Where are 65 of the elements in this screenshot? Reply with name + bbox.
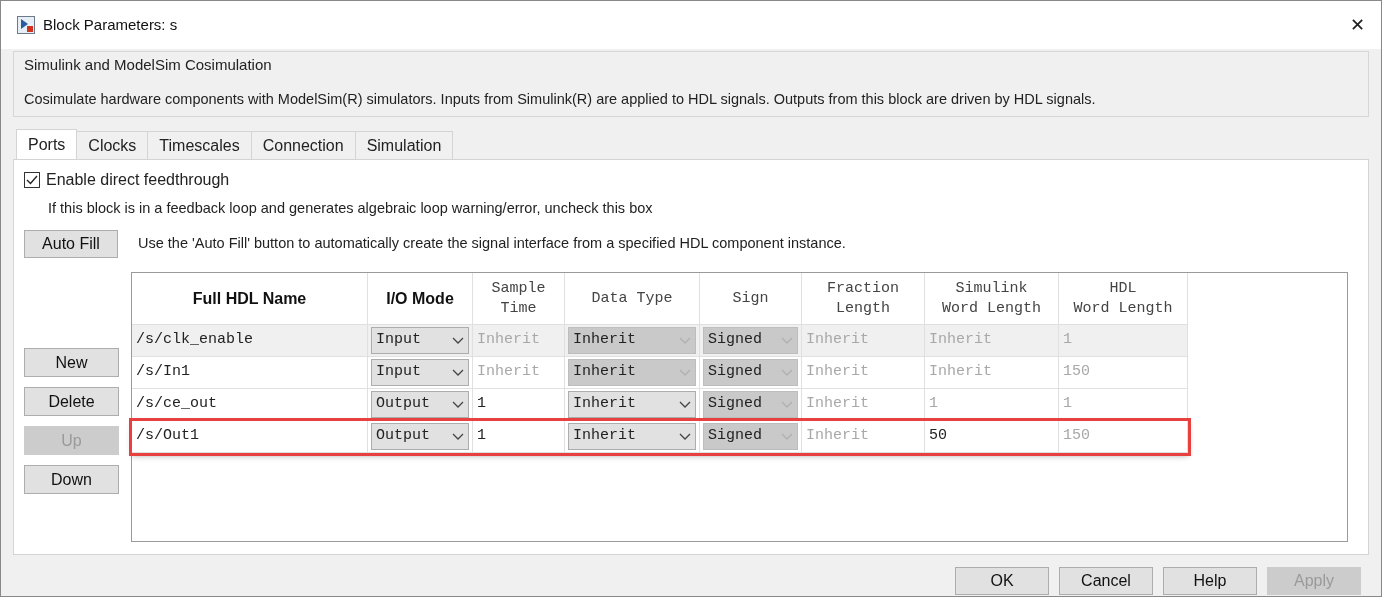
- table-cell-text: Inherit: [929, 330, 992, 351]
- table-cell-text: Inherit: [929, 362, 992, 383]
- chevron-down-icon: [781, 400, 793, 409]
- dialog-button[interactable]: New: [24, 348, 119, 377]
- close-button[interactable]: ✕: [1346, 11, 1369, 39]
- description-text: Cosimulate hardware components with ModelSim(R) simulators. Inputs from Simulink(R) are applied to HDL signals. Outputs from this block are driven by HDL signals.: [24, 89, 1097, 109]
- table-cell-text: /s/In1: [136, 362, 190, 383]
- table-cell-text: 1: [477, 426, 486, 447]
- app-icon: [17, 16, 35, 34]
- column-header: Fraction Length: [827, 278, 899, 319]
- chevron-down-icon: [452, 336, 464, 345]
- check-icon: [26, 175, 38, 186]
- tab[interactable]: Ports: [16, 129, 78, 160]
- dropdown[interactable]: Inherit: [568, 391, 696, 418]
- table-cell-text: 1: [1063, 394, 1072, 415]
- table-cell-text: Inherit: [806, 362, 869, 383]
- window-title: Block Parameters: s: [43, 14, 178, 35]
- chevron-down-icon: [781, 432, 793, 441]
- table-cell-text: 150: [1063, 426, 1090, 447]
- column-header: Sign: [732, 288, 769, 309]
- checkbox-label: Enable direct feedthrough: [46, 170, 230, 191]
- chevron-down-icon: [679, 336, 691, 345]
- table-cell-text: Inherit: [477, 330, 540, 351]
- column-header: HDL Word Length: [1073, 278, 1173, 319]
- dialog-button[interactable]: Down: [24, 465, 119, 494]
- hint-text: Use the 'Auto Fill' button to automatically create the signal interface from a specified HDL component instance.: [138, 234, 846, 254]
- chevron-down-icon: [452, 432, 464, 441]
- dialog-button[interactable]: OK: [955, 566, 1049, 595]
- table-cell-text: 150: [1063, 362, 1090, 383]
- table-cell-text: 1: [1063, 330, 1072, 351]
- hint-text: If this block is in a feedback loop and generates algebraic loop warning/error, uncheck this box: [48, 199, 654, 219]
- column-header: Data Type: [591, 288, 673, 309]
- table-cell-text: /s/Out1: [136, 426, 199, 447]
- dialog-button[interactable]: Help: [1163, 566, 1257, 595]
- chevron-down-icon: [452, 368, 464, 377]
- column-header: I/O Mode: [386, 288, 454, 309]
- table-cell-text: Inherit: [806, 394, 869, 415]
- table-cell-text: /s/clk_enable: [136, 330, 254, 351]
- group-title: Simulink and ModelSim Cosimulation: [24, 55, 273, 75]
- table-cell-text: 1: [929, 394, 938, 415]
- dropdown[interactable]: Output: [371, 391, 469, 418]
- checkbox[interactable]: [24, 172, 40, 189]
- table-cell-text: Inherit: [806, 426, 869, 447]
- dialog-button[interactable]: Cancel: [1059, 566, 1153, 595]
- column-header: Simulink Word Length: [942, 278, 1041, 319]
- chevron-down-icon: [679, 400, 691, 409]
- column-header: Sample Time: [491, 278, 546, 319]
- column-header: Full HDL Name: [192, 288, 307, 309]
- tab[interactable]: Simulation: [354, 131, 454, 160]
- dropdown[interactable]: Inherit: [568, 423, 696, 450]
- chevron-down-icon: [781, 368, 793, 377]
- chevron-down-icon: [781, 336, 793, 345]
- dropdown[interactable]: Input: [371, 359, 469, 386]
- table-cell-text: Inherit: [806, 330, 869, 351]
- dialog-button[interactable]: Auto Fill: [24, 230, 118, 258]
- table-cell-text: /s/ce_out: [136, 394, 217, 415]
- dialog-button[interactable]: Delete: [24, 387, 119, 416]
- table-cell-text: 1: [477, 394, 486, 415]
- chevron-down-icon: [452, 400, 464, 409]
- chevron-down-icon: [679, 368, 691, 377]
- table-cell-text: 50: [929, 426, 947, 447]
- chevron-down-icon: [679, 432, 691, 441]
- table-cell-text: Inherit: [477, 362, 540, 383]
- dropdown[interactable]: Input: [371, 327, 469, 354]
- dropdown[interactable]: Output: [371, 423, 469, 450]
